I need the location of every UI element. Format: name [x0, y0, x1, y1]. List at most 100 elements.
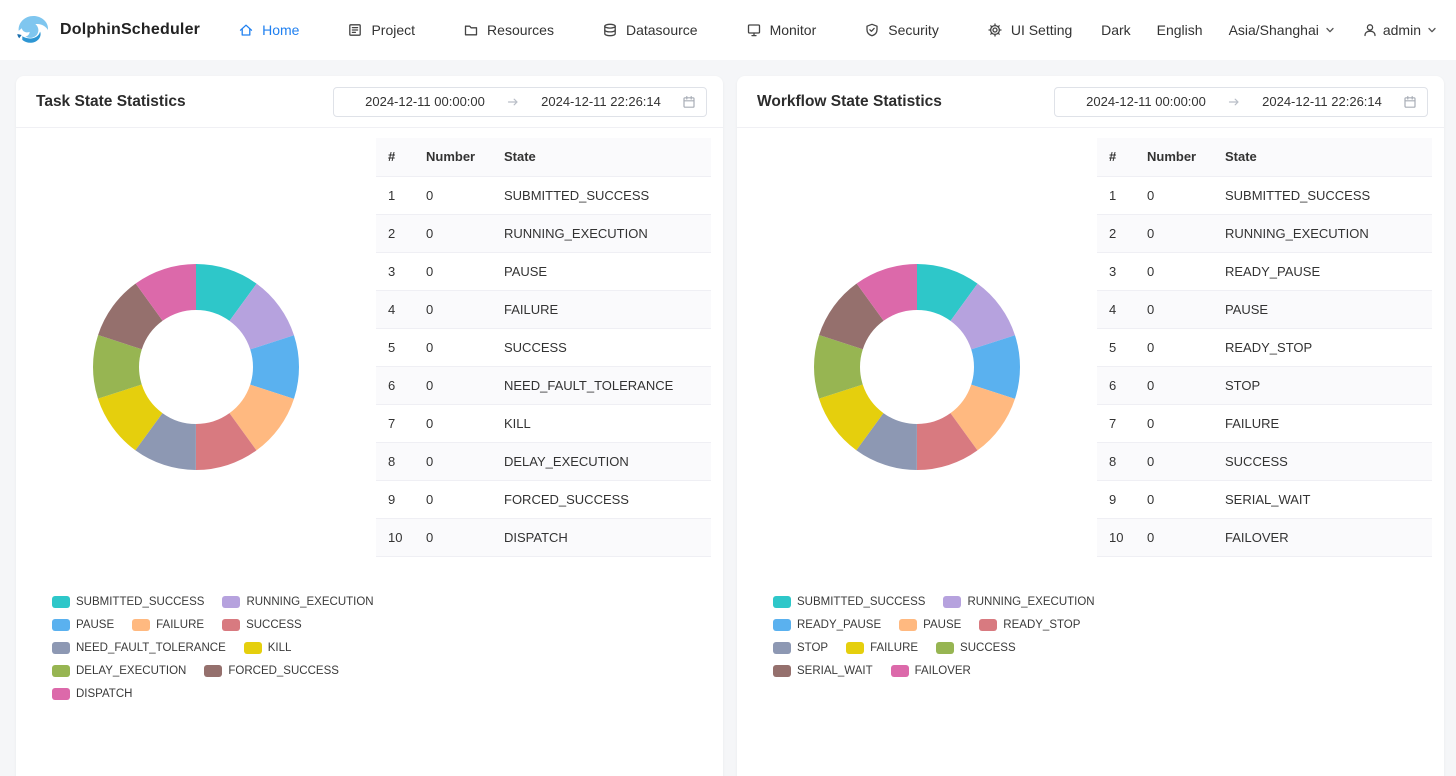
legend-item-pause[interactable]: PAUSE [899, 619, 961, 631]
nav-item-project[interactable]: Project [347, 22, 415, 38]
date-start[interactable]: 2024-12-11 00:00:00 [1065, 94, 1227, 109]
legend-label: FAILURE [870, 642, 918, 654]
legend-item-kill[interactable]: KILL [244, 642, 292, 654]
theme-toggle-button[interactable]: Dark [1101, 22, 1131, 38]
legend-swatch [943, 596, 961, 608]
nav-item-datasource[interactable]: Datasource [602, 22, 698, 38]
table-row: 60STOP [1097, 366, 1432, 404]
legend-item-dispatch[interactable]: DISPATCH [52, 688, 132, 700]
legend-item-submitted_success[interactable]: SUBMITTED_SUCCESS [773, 596, 925, 608]
nav-item-security[interactable]: Security [864, 22, 939, 38]
legend-item-serial_wait[interactable]: SERIAL_WAIT [773, 665, 873, 677]
card-body: SUBMITTED_SUCCESS RUNNING_EXECUTION READY_… [737, 128, 1444, 677]
gear-icon [987, 22, 1003, 38]
date-range-picker[interactable]: 2024-12-11 00:00:00 2024-12-11 22:26:14 [1054, 87, 1428, 117]
legend-item-failover[interactable]: FAILOVER [891, 665, 971, 677]
number-cell: 0 [1135, 252, 1213, 290]
legend-label: RUNNING_EXECUTION [967, 596, 1094, 608]
number-cell: 0 [414, 328, 492, 366]
chevron-down-icon [1426, 24, 1438, 36]
table-row: 100DISPATCH [376, 518, 711, 556]
row-index-cell: 7 [376, 404, 414, 442]
legend-item-success[interactable]: SUCCESS [222, 619, 302, 631]
legend-item-ready_stop[interactable]: READY_STOP [979, 619, 1080, 631]
legend-item-submitted_success[interactable]: SUBMITTED_SUCCESS [52, 596, 204, 608]
number-cell: 0 [414, 214, 492, 252]
row-index-cell: 10 [1097, 518, 1135, 556]
legend-item-failure[interactable]: FAILURE [132, 619, 204, 631]
number-cell: 0 [414, 404, 492, 442]
user-label: admin [1383, 22, 1421, 38]
legend-item-running_execution[interactable]: RUNNING_EXECUTION [943, 596, 1094, 608]
number-cell: 0 [1135, 404, 1213, 442]
date-range-picker[interactable]: 2024-12-11 00:00:00 2024-12-11 22:26:14 [333, 87, 707, 117]
nav-item-resources[interactable]: Resources [463, 22, 554, 38]
row-index-cell: 2 [376, 214, 414, 252]
table-row: 60NEED_FAULT_TOLERANCE [376, 366, 711, 404]
table-row: 80SUCCESS [1097, 442, 1432, 480]
nav-item-label: Home [262, 22, 299, 38]
legend-label: FAILOVER [915, 665, 971, 677]
nav-item-monitor[interactable]: Monitor [746, 22, 817, 38]
row-index-cell: 4 [376, 290, 414, 328]
legend-swatch [891, 665, 909, 677]
number-cell: 0 [414, 480, 492, 518]
legend-swatch [979, 619, 997, 631]
table-header-row: # Number State [1097, 138, 1432, 176]
monitor-icon [746, 22, 762, 38]
timezone-selector[interactable]: Asia/Shanghai [1229, 22, 1336, 38]
row-index-cell: 8 [1097, 442, 1135, 480]
nav-item-home[interactable]: Home [238, 22, 299, 38]
date-end[interactable]: 2024-12-11 22:26:14 [1241, 94, 1403, 109]
legend-item-delay_execution[interactable]: DELAY_EXECUTION [52, 665, 186, 677]
date-end[interactable]: 2024-12-11 22:26:14 [520, 94, 682, 109]
arrow-right-icon [1227, 95, 1241, 109]
card-header: Task State Statistics 2024-12-11 00:00:0… [16, 76, 723, 128]
state-cell: FAILURE [492, 290, 711, 328]
language-selector[interactable]: English [1157, 22, 1203, 38]
nav-item-label: Security [888, 22, 939, 38]
table-row: 10SUBMITTED_SUCCESS [376, 176, 711, 214]
legend-swatch [773, 619, 791, 631]
legend-label: DISPATCH [76, 688, 132, 700]
project-icon [347, 22, 363, 38]
date-start[interactable]: 2024-12-11 00:00:00 [344, 94, 506, 109]
legend-swatch [899, 619, 917, 631]
legend-label: SERIAL_WAIT [797, 665, 873, 677]
user-menu[interactable]: admin [1362, 22, 1438, 38]
table-row: 100FAILOVER [1097, 518, 1432, 556]
table-row: 30PAUSE [376, 252, 711, 290]
legend-item-ready_pause[interactable]: READY_PAUSE [773, 619, 881, 631]
number-cell: 0 [414, 252, 492, 290]
state-cell: SUCCESS [492, 328, 711, 366]
legend-label: READY_STOP [1003, 619, 1080, 631]
table-row: 90SERIAL_WAIT [1097, 480, 1432, 518]
brand[interactable]: DolphinScheduler [14, 12, 200, 48]
legend-item-need_fault_tolerance[interactable]: NEED_FAULT_TOLERANCE [52, 642, 226, 654]
legend-item-forced_success[interactable]: FORCED_SUCCESS [204, 665, 339, 677]
legend-swatch [222, 596, 240, 608]
row-index-cell: 5 [376, 328, 414, 366]
nav-item-label: Monitor [770, 22, 817, 38]
legend-item-pause[interactable]: PAUSE [52, 619, 114, 631]
number-cell: 0 [1135, 442, 1213, 480]
legend-item-stop[interactable]: STOP [773, 642, 828, 654]
legend-label: STOP [797, 642, 828, 654]
card-title: Task State Statistics [36, 93, 186, 111]
table-row: 90FORCED_SUCCESS [376, 480, 711, 518]
legend-item-success[interactable]: SUCCESS [936, 642, 1016, 654]
dashboard-content: Task State Statistics 2024-12-11 00:00:0… [0, 60, 1456, 776]
row-index-cell: 9 [1097, 480, 1135, 518]
col-header-index: # [1097, 138, 1135, 176]
nav-item-ui-setting[interactable]: UI Setting [987, 22, 1072, 38]
row-index-cell: 6 [376, 366, 414, 404]
workflow-state-table: # Number State 10SUBMITTED_SUCCESS20RUNN… [1097, 138, 1432, 557]
number-cell: 0 [414, 176, 492, 214]
card-title: Workflow State Statistics [757, 93, 942, 111]
legend-label: SUCCESS [246, 619, 302, 631]
calendar-icon [1403, 95, 1417, 109]
legend-item-running_execution[interactable]: RUNNING_EXECUTION [222, 596, 373, 608]
legend-label: RUNNING_EXECUTION [246, 596, 373, 608]
legend-item-failure[interactable]: FAILURE [846, 642, 918, 654]
table-row: 10SUBMITTED_SUCCESS [1097, 176, 1432, 214]
